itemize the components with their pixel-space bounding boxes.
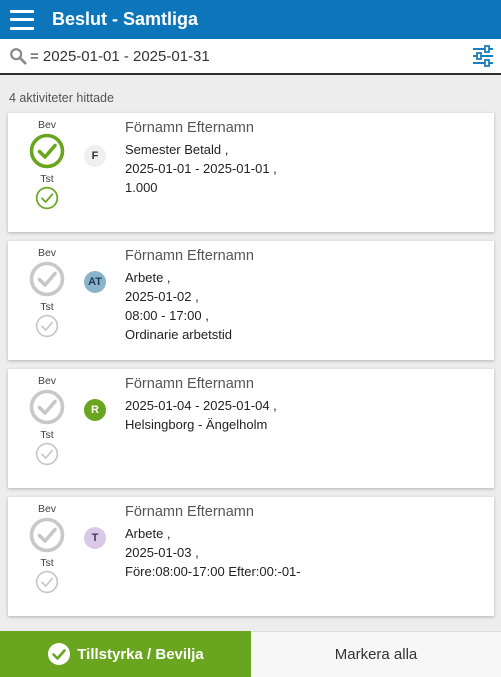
tst-label: Tst [40, 173, 54, 185]
tst-label: Tst [40, 557, 54, 569]
activity-card[interactable]: Bev Tst R Förnamn Efternamn 2025-01-04 - 202… [8, 369, 494, 488]
footer-bar: Tillstyrka / Bevilja Markera alla [0, 631, 501, 677]
activity-detail-line: 2025-01-03 , [125, 545, 199, 560]
approve-button[interactable]: Tillstyrka / Bevilja [0, 631, 251, 677]
tst-label: Tst [40, 301, 54, 313]
activity-type-badge: T [84, 527, 106, 549]
activity-detail-line: Helsingborg - Ängelholm [125, 417, 268, 432]
activity-detail-line: 2025-01-02 , [125, 289, 199, 304]
employee-name: Förnamn Efternamn [125, 376, 254, 392]
activity-card[interactable]: Bev Tst AT Förnamn Efternamn Arbete , 2025-01… [8, 241, 494, 360]
employee-name: Förnamn Efternamn [125, 120, 254, 136]
bev-check-icon[interactable] [29, 517, 65, 553]
approval-status: Bev Tst [28, 375, 66, 466]
activity-card[interactable]: Bev Tst F Förnamn Efternamn Semester Betald … [8, 113, 494, 232]
activity-detail-line: Före:08:00-17:00 Efter:00:-01- [125, 564, 301, 579]
activity-detail-line: Ordinarie arbetstid [125, 327, 232, 342]
activity-detail-line: 1.000 [125, 180, 158, 195]
bev-label: Bev [37, 503, 57, 515]
bev-label: Bev [37, 119, 57, 131]
result-count: 4 aktiviteter hittade [9, 91, 114, 105]
activity-type-badge: AT [84, 271, 106, 293]
bev-label: Bev [37, 247, 57, 259]
bev-check-icon[interactable] [29, 261, 65, 297]
employee-name: Förnamn Efternamn [125, 248, 254, 264]
hamburger-menu-icon[interactable] [10, 9, 34, 30]
bev-label: Bev [37, 375, 57, 387]
activity-content: Förnamn Efternamn Arbete , 2025-01-03 , För… [125, 503, 301, 581]
tst-check-icon[interactable] [35, 570, 59, 594]
mark-all-button[interactable]: Markera alla [251, 631, 501, 677]
bev-check-icon[interactable] [29, 389, 65, 425]
activity-content: Förnamn Efternamn Semester Betald , 2025-0… [125, 119, 277, 197]
filter-sliders-icon[interactable] [472, 45, 494, 67]
activity-type-badge: R [84, 399, 106, 421]
activity-detail-line: Semester Betald , [125, 142, 229, 157]
tst-label: Tst [40, 429, 54, 441]
activity-detail-line: Arbete , [125, 526, 171, 541]
tst-check-icon[interactable] [35, 314, 59, 338]
app-header: Beslut - Samtliga [0, 0, 501, 39]
activity-detail-line: 08:00 - 17:00 , [125, 308, 209, 323]
employee-name: Förnamn Efternamn [125, 504, 254, 520]
approval-status: Bev Tst [28, 247, 66, 338]
approval-status: Bev Tst [28, 503, 66, 594]
page-title: Beslut - Samtliga [52, 9, 199, 29]
activity-card[interactable]: Bev Tst T Förnamn Efternamn Arbete , 2025-01-… [8, 497, 494, 616]
tst-check-icon[interactable] [35, 442, 59, 466]
activity-detail-line: 2025-01-04 - 2025-01-04 , [125, 398, 277, 413]
approval-status: Bev Tst [28, 119, 66, 210]
activity-type-badge: F [84, 145, 106, 167]
activity-content: Förnamn Efternamn Arbete , 2025-01-02 , 08:… [125, 247, 254, 344]
mark-all-button-label: Markera alla [334, 646, 418, 663]
search-bar[interactable]: = 2025-01-01 - 2025-01-31 [0, 39, 501, 75]
approve-button-label: Tillstyrka / Bevilja [77, 645, 204, 663]
activity-detail-line: 2025-01-01 - 2025-01-01 , [125, 161, 277, 176]
activity-content: Förnamn Efternamn 2025-01-04 - 2025-01-04… [125, 375, 277, 434]
tst-check-icon[interactable] [35, 186, 59, 210]
bev-check-icon[interactable] [29, 133, 65, 169]
activity-detail-line: Arbete , [125, 270, 171, 285]
check-circle-icon [48, 643, 71, 665]
search-icon [10, 48, 27, 65]
search-query[interactable]: = 2025-01-01 - 2025-01-31 [30, 48, 210, 65]
